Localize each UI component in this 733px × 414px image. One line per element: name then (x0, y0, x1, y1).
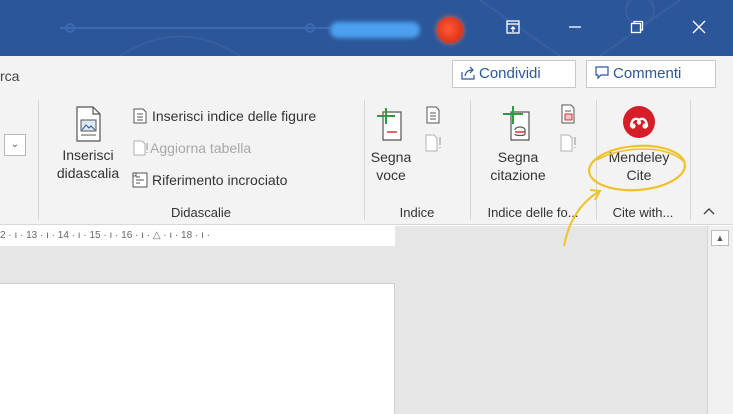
horizontal-ruler[interactable]: 2 · ı · 13 · ı · 14 · ı · 15 · ı · 16 · … (0, 226, 395, 246)
insert-caption-line1: Inserisci (62, 147, 114, 163)
title-bar (0, 0, 733, 56)
group-label-indice: Indice (399, 205, 435, 220)
cross-reference-icon (132, 172, 148, 188)
minimize-button[interactable] (560, 15, 590, 41)
share-button[interactable]: Condividi (452, 60, 576, 88)
ruler-scale: 2 · ı · 13 · ı · 14 · ı · 15 · ı · 16 · … (0, 230, 210, 241)
insert-figures-index-button[interactable]: Inserisci indice delle figure (132, 108, 316, 124)
insert-caption-button[interactable]: Inserisci didascalia (48, 106, 128, 182)
group-label-cite-with: Cite with... (612, 205, 674, 220)
update-table-of-authorities-icon[interactable] (559, 134, 577, 152)
mark-entry-button[interactable]: Segna voce (366, 102, 416, 184)
mendeley-icon (623, 106, 655, 138)
restore-ribbon-icon (506, 20, 520, 34)
collapse-ribbon-button[interactable] (703, 204, 715, 219)
cross-reference-label: Riferimento incrociato (152, 172, 288, 188)
update-table-icon (133, 140, 148, 156)
group-separator (690, 100, 691, 220)
previous-group-dropdown[interactable]: ⌄ (4, 134, 26, 156)
minimize-icon (569, 26, 581, 28)
ruler-margin (395, 226, 707, 246)
scroll-up-button[interactable]: ▲ (711, 230, 729, 246)
comments-button[interactable]: Commenti (586, 60, 716, 88)
update-index-icon[interactable] (424, 134, 442, 152)
mark-citation-line1: Segna (497, 149, 539, 165)
insert-caption-line2: didascalia (56, 165, 120, 181)
group-label-indice-delle-fonti: Indice delle fo... (487, 205, 579, 220)
avatar[interactable] (437, 17, 463, 43)
close-icon (692, 20, 706, 34)
group-label-didascalie: Didascalie (171, 205, 231, 220)
search-box-text[interactable]: rca (0, 68, 19, 84)
share-label: Condividi (479, 65, 541, 82)
maximize-icon (630, 20, 644, 34)
mark-citation-icon (503, 106, 530, 141)
group-separator (470, 100, 471, 220)
mendeley-cite-button[interactable]: Mendeley Cite (596, 106, 682, 184)
ribbon: ⌄ Inserisci didascalia Inserisci indice … (0, 92, 733, 225)
mark-citation-line2: citazione (490, 167, 546, 183)
update-table-button[interactable]: Aggiorna tabella (132, 140, 251, 156)
table-of-figures-icon (133, 108, 147, 124)
group-separator (38, 100, 39, 220)
insert-figures-index-label: Inserisci indice delle figure (152, 108, 317, 124)
close-button[interactable] (684, 15, 714, 41)
mendeley-cite-line1: Mendeley (608, 149, 670, 165)
mark-entry-line1: Segna (370, 149, 412, 165)
group-separator (364, 100, 365, 220)
comment-icon (595, 66, 609, 80)
insert-table-of-authorities-icon[interactable] (559, 104, 577, 124)
cross-reference-button[interactable]: Riferimento incrociato (132, 172, 287, 188)
chevron-up-icon (703, 208, 715, 215)
insert-caption-icon (76, 106, 101, 142)
maximize-button[interactable] (622, 15, 652, 41)
update-table-label: Aggiorna tabella (150, 140, 252, 156)
document-page[interactable] (0, 283, 395, 414)
comments-label: Commenti (613, 65, 682, 82)
mark-citation-button[interactable]: Segna citazione (480, 102, 556, 184)
ribbon-display-options-button[interactable] (498, 15, 528, 41)
share-icon (461, 66, 475, 80)
mark-entry-line2: voce (376, 167, 406, 183)
insert-index-icon[interactable] (424, 106, 442, 124)
account-name-redacted (330, 22, 420, 38)
mendeley-cite-line2: Cite (626, 167, 652, 183)
vertical-scrollbar[interactable]: ▲ (707, 226, 733, 414)
mark-entry-icon (377, 108, 402, 141)
command-bar: rca Condividi Commenti (0, 56, 733, 92)
